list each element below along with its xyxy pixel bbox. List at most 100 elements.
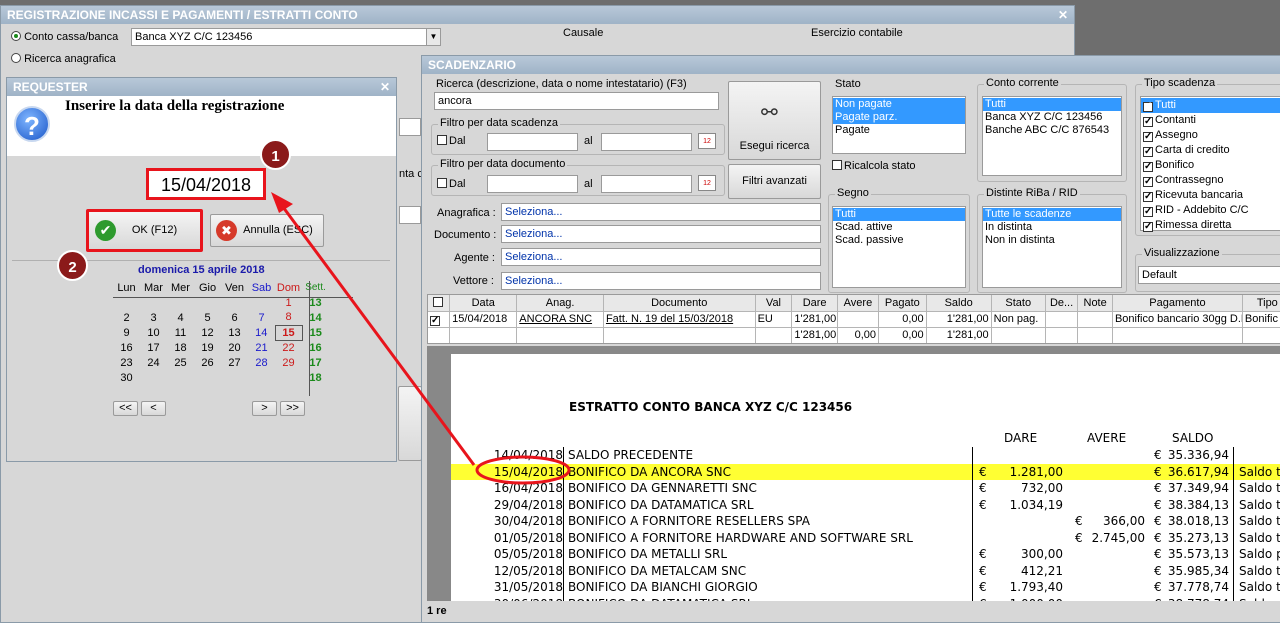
tipo-item[interactable]: ✓ Tutti — [1141, 98, 1280, 113]
calendar-day[interactable]: 10 — [140, 325, 167, 340]
hidden-field-2[interactable] — [399, 206, 421, 224]
column-header[interactable]: Stato — [991, 295, 1046, 312]
calendar-day[interactable]: 19 — [194, 340, 221, 355]
calendar-day[interactable]: 5 — [194, 310, 221, 325]
list-item[interactable]: Pagate parz. — [833, 111, 965, 124]
list-item[interactable]: Scad. attive — [833, 221, 965, 234]
distinte-list[interactable]: Tutte le scadenze In distinta Non in dis… — [982, 206, 1122, 288]
radio-anagrafica[interactable]: Ricerca anagrafica — [11, 53, 116, 65]
tipo-item[interactable]: ✓ Contrassegno — [1141, 173, 1280, 188]
list-item[interactable]: Pagate — [833, 124, 965, 137]
calendar-day[interactable]: 29 — [275, 355, 302, 370]
dal-checkbox-2[interactable]: Dal — [437, 178, 466, 190]
vettore-select[interactable]: Seleziona... — [501, 272, 821, 290]
stato-list[interactable]: Non pagate Pagate parz. Pagate — [832, 96, 966, 154]
documento-al-input[interactable] — [601, 175, 692, 193]
agente-select[interactable]: Seleziona... — [501, 248, 821, 266]
calendar-day[interactable]: 20 — [221, 340, 248, 355]
calendar-day[interactable]: 17 — [140, 340, 167, 355]
close-icon[interactable]: ✕ — [380, 78, 390, 96]
calendar-day[interactable]: 13 — [221, 325, 248, 340]
column-header[interactable]: Dare — [791, 295, 838, 312]
search-input[interactable]: ancora — [434, 92, 719, 110]
calendar-icon[interactable]: 12 — [698, 133, 716, 149]
calendar-day[interactable]: 7 — [248, 310, 275, 325]
column-header[interactable]: Note — [1077, 295, 1113, 312]
calendar-day[interactable]: 16 — [113, 340, 140, 355]
list-item[interactable]: Non pagate — [833, 98, 965, 111]
calendar-day[interactable]: 24 — [140, 355, 167, 370]
conto-select[interactable]: Banca XYZ C/C 123456 ▼ — [131, 28, 441, 46]
row-checkbox[interactable]: ✓ — [428, 311, 451, 328]
documento-select[interactable]: Seleziona... — [501, 225, 821, 243]
nav-prev-button[interactable]: < — [141, 401, 166, 416]
nav-last-button[interactable]: >> — [280, 401, 305, 416]
nav-next-button[interactable]: > — [252, 401, 277, 416]
dal-checkbox[interactable]: Dal — [437, 135, 466, 147]
calendar-day[interactable]: 8 — [275, 310, 302, 325]
list-item[interactable]: Tutte le scadenze — [983, 208, 1121, 221]
list-item[interactable]: Non in distinta — [983, 234, 1121, 247]
scadenza-dal-input[interactable] — [487, 133, 578, 151]
date-input[interactable]: 15/04/2018 — [146, 168, 266, 200]
calendar-day[interactable]: 18 — [167, 340, 194, 355]
calendar-day[interactable]: 3 — [140, 310, 167, 325]
tipo-item[interactable]: ✓ Bonifico — [1141, 158, 1280, 173]
radio-conto[interactable]: Conto cassa/banca — [11, 31, 118, 43]
column-header[interactable]: Data — [449, 295, 518, 312]
column-header[interactable]: Avere — [837, 295, 880, 312]
column-header[interactable]: De... — [1045, 295, 1079, 312]
list-item[interactable]: Banche ABC C/C 876543 — [983, 124, 1121, 137]
documento-dal-input[interactable] — [487, 175, 578, 193]
column-header[interactable]: Anag. — [516, 295, 604, 312]
calendar-day[interactable]: 23 — [113, 355, 140, 370]
conto-list[interactable]: Tutti Banca XYZ C/C 123456 Banche ABC C/… — [982, 96, 1122, 176]
column-header[interactable]: Pagato — [878, 295, 927, 312]
calendar-day[interactable]: 4 — [167, 310, 194, 325]
list-item[interactable]: In distinta — [983, 221, 1121, 234]
calendar-day[interactable]: 25 — [167, 355, 194, 370]
hidden-field[interactable] — [399, 118, 421, 136]
list-item[interactable]: Scad. passive — [833, 234, 965, 247]
segno-list[interactable]: Tutti Scad. attive Scad. passive — [832, 206, 966, 288]
advanced-filter-button[interactable]: Filtri avanzati — [728, 164, 821, 199]
tipo-item[interactable]: ✓ Ricevuta bancaria — [1141, 188, 1280, 203]
calendar-day[interactable]: 12 — [194, 325, 221, 340]
calendar-icon-2[interactable]: 12 — [698, 175, 716, 191]
calendar-day[interactable]: 2 — [113, 310, 140, 325]
search-button[interactable]: ⚯ Esegui ricerca — [728, 81, 821, 160]
ok-button[interactable]: ✔ OK (F12) — [86, 209, 203, 252]
calendar-day[interactable]: 9 — [113, 325, 140, 340]
hidden-button[interactable] — [398, 386, 422, 461]
ricalcola-checkbox[interactable]: Ricalcola stato — [832, 160, 916, 172]
calendar-day[interactable]: 28 — [248, 355, 275, 370]
table-row[interactable]: ✓ 15/04/2018 ANCORA SNC Fatt. N. 19 del 15/… — [428, 311, 1280, 328]
scadenza-al-input[interactable] — [601, 133, 692, 151]
calendar-day[interactable]: 14 — [248, 325, 275, 340]
list-item[interactable]: Tutti — [833, 208, 965, 221]
cancel-button[interactable]: ✖ Annulla (ESC) — [210, 214, 324, 247]
column-header[interactable]: Pagamento — [1112, 295, 1243, 312]
column-header[interactable]: Documento — [603, 295, 756, 312]
calendar-day[interactable]: 26 — [194, 355, 221, 370]
visual-select[interactable]: Default — [1138, 266, 1280, 284]
tipo-list[interactable]: ✓ Tutti ✓ Contanti ✓ Assegno ✓ Carta di credito… — [1140, 96, 1280, 233]
list-item[interactable]: Tutti — [983, 98, 1121, 111]
column-header[interactable]: Tipo pa — [1242, 295, 1280, 312]
calendar-day[interactable]: 30 — [113, 370, 140, 385]
tipo-item[interactable]: ✓ Rimessa diretta — [1141, 218, 1280, 233]
tipo-item[interactable]: ✓ Carta di credito — [1141, 143, 1280, 158]
select-all-checkbox[interactable] — [428, 295, 451, 312]
nav-first-button[interactable]: << — [113, 401, 138, 416]
calendar-day[interactable]: 21 — [248, 340, 275, 355]
tipo-item[interactable]: ✓ RID - Addebito C/C — [1141, 203, 1280, 218]
column-header[interactable]: Val — [755, 295, 793, 312]
close-icon[interactable]: ✕ — [1058, 6, 1068, 24]
anagrafica-select[interactable]: Seleziona... — [501, 203, 821, 221]
tipo-item[interactable]: ✓ Assegno — [1141, 128, 1280, 143]
tipo-item[interactable]: ✓ Contanti — [1141, 113, 1280, 128]
list-item[interactable]: Banca XYZ C/C 123456 — [983, 111, 1121, 124]
calendar-day[interactable]: 6 — [221, 310, 248, 325]
calendar-day[interactable]: 22 — [275, 340, 302, 355]
calendar-day[interactable]: 27 — [221, 355, 248, 370]
